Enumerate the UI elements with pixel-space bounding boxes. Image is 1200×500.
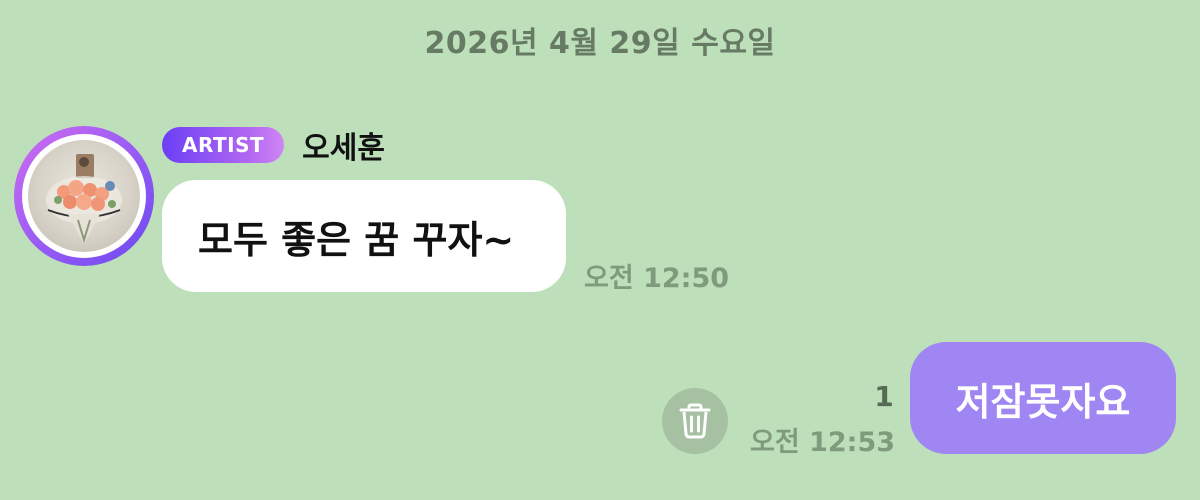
trash-icon <box>679 403 711 439</box>
artist-badge: ARTIST <box>162 127 285 163</box>
incoming-message-time: 오전 12:50 <box>584 263 730 294</box>
outgoing-message-bubble[interactable]: 저잠못자요 <box>910 342 1176 454</box>
chat-view: 2026년 4월 29일 수요일 ARTIST 오세훈 모두 좋은 꿈 꾸자~ … <box>0 0 1200 500</box>
artist-avatar[interactable] <box>14 126 154 266</box>
outgoing-message-time: 오전 12:53 <box>750 427 896 458</box>
sender-row: ARTIST 오세훈 <box>162 123 385 167</box>
avatar-border <box>22 134 146 258</box>
incoming-message-bubble[interactable]: 모두 좋은 꿈 꾸자~ <box>162 180 566 292</box>
date-separator: 2026년 4월 29일 수요일 <box>424 26 776 61</box>
bouquet-photo-icon <box>46 154 122 244</box>
sender-name[interactable]: 오세훈 <box>302 123 385 167</box>
avatar-photo <box>28 140 140 252</box>
unread-count: 1 <box>874 380 894 413</box>
delete-message-button[interactable] <box>662 388 728 454</box>
